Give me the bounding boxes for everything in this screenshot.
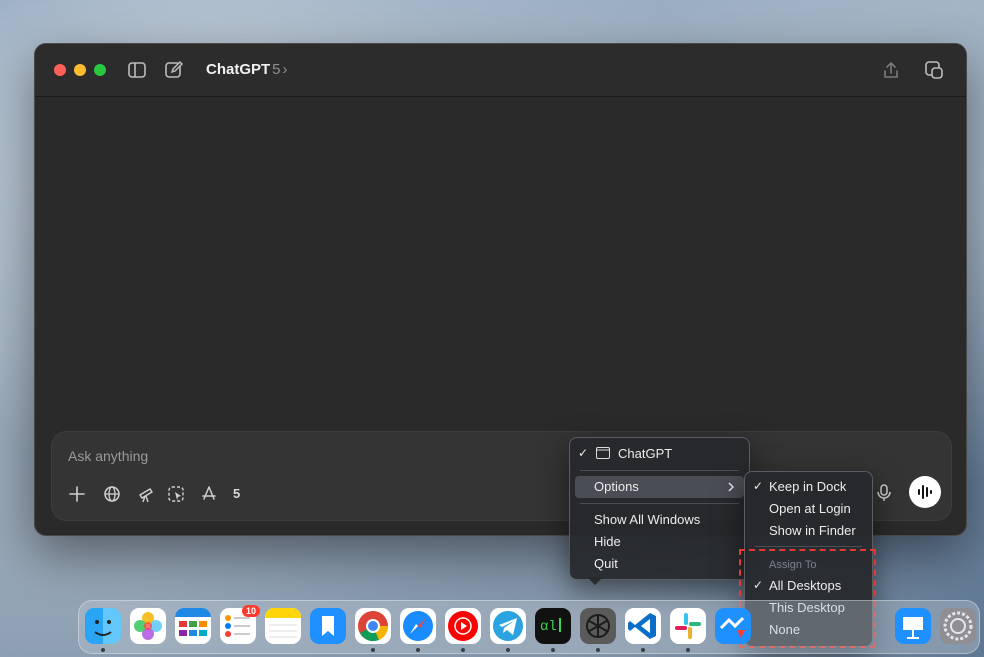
menu-separator <box>580 470 739 471</box>
running-indicator <box>686 648 690 652</box>
svg-text:αl: αl <box>540 619 557 635</box>
canvas-icon[interactable] <box>167 485 185 503</box>
telescope-icon[interactable] <box>137 485 155 503</box>
waveform-icon <box>918 485 932 499</box>
voice-mode-button[interactable] <box>909 476 941 508</box>
running-indicator <box>101 648 105 652</box>
apps-icon[interactable] <box>200 485 218 503</box>
chatgpt-window: ChatGPT 5 › Ask anything 5 <box>34 43 967 536</box>
safari-app-icon[interactable] <box>400 608 436 644</box>
titlebar: ChatGPT 5 › <box>35 44 966 97</box>
zoom-window-button[interactable] <box>94 64 106 76</box>
telegram-app-icon[interactable] <box>490 608 526 644</box>
menu-item-show-all-windows[interactable]: Show All Windows <box>594 511 700 529</box>
menu-item-chatgpt-window[interactable]: ChatGPT <box>618 445 672 463</box>
calendar-app-icon[interactable] <box>175 608 211 644</box>
menu-item-show-in-finder[interactable]: Show in Finder <box>769 522 856 540</box>
chrome-app-icon[interactable] <box>355 608 391 644</box>
notes-app-icon[interactable] <box>265 608 301 644</box>
vscode-app-icon[interactable] <box>625 608 661 644</box>
menu-separator <box>580 503 739 504</box>
dock: 10 αl <box>78 600 980 654</box>
system-settings-app-icon[interactable] <box>940 608 976 644</box>
plus-icon[interactable] <box>68 485 86 503</box>
finder-app-icon[interactable] <box>85 608 121 644</box>
reminders-app-icon[interactable]: 10 <box>220 605 260 644</box>
menu-item-quit[interactable]: Quit <box>594 555 618 573</box>
running-indicator <box>461 648 465 652</box>
running-indicator <box>506 648 510 652</box>
model-count[interactable]: 5 <box>233 486 240 501</box>
window-icon <box>596 447 610 459</box>
slack-app-icon[interactable] <box>670 608 706 644</box>
menu-item-hide[interactable]: Hide <box>594 533 621 551</box>
menu-separator <box>755 546 862 547</box>
notification-badge: 10 <box>241 605 260 617</box>
menu-item-keep-in-dock[interactable]: Keep in Dock <box>769 478 846 496</box>
microphone-icon[interactable] <box>874 483 894 503</box>
menu-pointer <box>587 577 603 585</box>
chatgpt-app-icon[interactable] <box>580 608 616 644</box>
chevron-right-icon: › <box>282 61 288 78</box>
menu-item-options-label: Options <box>594 479 639 494</box>
checkmark-icon: ✓ <box>753 479 764 493</box>
menu-item-open-at-login[interactable]: Open at Login <box>769 500 851 518</box>
running-indicator <box>371 648 375 652</box>
new-window-icon[interactable] <box>924 60 944 80</box>
mail-app-icon[interactable] <box>715 608 751 644</box>
keynote-app-icon[interactable] <box>895 608 931 644</box>
globe-icon[interactable] <box>103 485 121 503</box>
running-indicator <box>596 648 600 652</box>
model-selector[interactable]: ChatGPT 5 › <box>206 61 288 78</box>
bookmark-app-icon[interactable] <box>310 608 346 644</box>
running-indicator <box>641 648 645 652</box>
photos-app-icon[interactable] <box>130 608 166 644</box>
minimize-window-button[interactable] <box>74 64 86 76</box>
close-window-button[interactable] <box>54 64 66 76</box>
running-indicator <box>416 648 420 652</box>
model-version: 5 <box>272 61 281 78</box>
running-indicator <box>551 648 555 652</box>
share-icon[interactable] <box>881 60 901 80</box>
terminal-app-icon[interactable]: αl <box>535 608 571 644</box>
app-title: ChatGPT <box>206 61 271 78</box>
dock-context-menu: ✓ ChatGPT Options Show All Windows Hide … <box>569 437 750 580</box>
prompt-input[interactable]: Ask anything <box>68 448 148 464</box>
checkmark-icon: ✓ <box>578 446 589 460</box>
new-chat-icon[interactable] <box>164 60 184 80</box>
chevron-right-icon <box>728 482 734 492</box>
youtube-music-app-icon[interactable] <box>445 608 481 644</box>
sidebar-toggle-icon[interactable] <box>127 60 147 80</box>
